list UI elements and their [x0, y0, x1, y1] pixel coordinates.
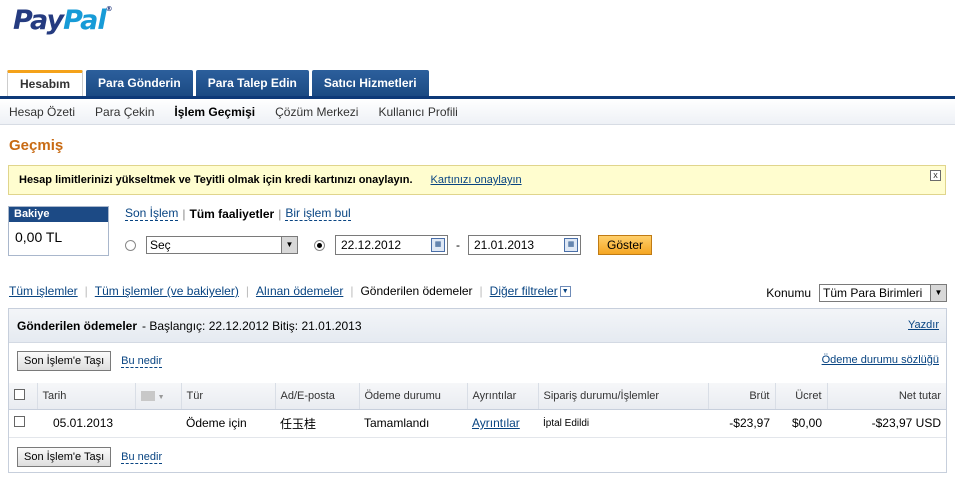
recent-activity-link[interactable]: Son İşlem: [125, 206, 179, 221]
subnav-hesap-ozeti[interactable]: Hesap Özeti: [9, 105, 75, 119]
col-net: Net tutar: [826, 383, 946, 410]
table-header-row: Tarih ▼ Tür Ad/E-posta Ödeme durumu Ayrı…: [9, 383, 946, 410]
row-order-status: İptal Edildi: [538, 409, 708, 438]
confirm-card-link[interactable]: Kartınızı onaylayın: [431, 174, 522, 186]
what-is-this-link[interactable]: Bu nedir: [121, 355, 163, 368]
custom-range-radio[interactable]: [314, 239, 325, 251]
bottom-actions: Son İşlem'e Taşı Bu nedir: [17, 447, 163, 467]
main-tabs: Hesabım Para Gönderin Para Talep Edin Sa…: [7, 70, 429, 97]
notice-text: Hesap limitlerinizi yükseltmek ve Teyitl…: [19, 174, 413, 186]
col-name[interactable]: Ad/E-posta: [274, 383, 359, 410]
col-gross: Brüt: [707, 383, 775, 410]
col-order-status: Sipariş durumu/İşlemler: [537, 383, 708, 410]
row-gross: -$23,97: [708, 409, 775, 438]
transaction-type-nav: Tüm işlemler | Tüm işlemler (ve bakiyele…: [9, 284, 571, 298]
row-name: 任玉桂: [275, 409, 359, 438]
payment-status-glossary-link[interactable]: Ödeme durumu sözlüğü: [822, 354, 939, 366]
chevron-down-icon: ▼: [930, 285, 946, 301]
sent-payments-label[interactable]: Gönderilen ödemeler: [360, 284, 472, 298]
preset-radio[interactable]: [125, 239, 136, 251]
sub-navigation: Hesap Özeti Para Çekin İşlem Geçmişi Çöz…: [0, 99, 955, 125]
currency-select[interactable]: Tüm Para Birimleri ▼: [819, 284, 947, 302]
received-payments-link[interactable]: Alınan ödemeler: [256, 284, 343, 298]
all-transactions-link[interactable]: Tüm işlemler: [9, 284, 78, 298]
balance-value: 0,00 TL: [15, 229, 63, 245]
close-icon[interactable]: x: [930, 170, 941, 181]
date-from-field[interactable]: 22.12.2012 ▦: [335, 235, 448, 255]
select-all-checkbox[interactable]: [14, 388, 25, 400]
transactions-table: Tarih ▼ Tür Ad/E-posta Ödeme durumu Ayrı…: [9, 383, 946, 438]
date-to-field[interactable]: 21.01.2013 ▦: [468, 235, 581, 255]
find-transaction-link[interactable]: Bir işlem bul: [285, 206, 351, 221]
filter-separator: |: [182, 206, 186, 221]
activity-filters: Son İşlem | Tüm faaliyetler | Bir işlem …: [125, 206, 351, 221]
move-to-recent-button[interactable]: Son İşlem'e Taşı: [17, 351, 112, 371]
subnav-islem-gecmisi[interactable]: İşlem Geçmişi: [174, 105, 255, 119]
flag-icon[interactable]: [140, 390, 155, 401]
col-type[interactable]: Tür: [180, 383, 275, 410]
row-date: 05.01.2013: [37, 409, 135, 438]
tab-satici-hizmetleri[interactable]: Satıcı Hizmetleri: [311, 70, 429, 96]
top-actions: Son İşlem'e Taşı Bu nedir: [17, 351, 163, 371]
chevron-down-icon: ▼: [281, 237, 297, 253]
calendar-icon[interactable]: ▦: [564, 238, 578, 252]
row-fee: $0,00: [775, 409, 827, 438]
tab-para-gonderin[interactable]: Para Gönderin: [86, 70, 193, 96]
balance-box: Bakiye 0,00 TL: [8, 206, 109, 256]
show-button[interactable]: Göster: [598, 235, 653, 255]
col-details: Ayrıntılar: [466, 383, 538, 410]
row-type: Ödeme için: [181, 409, 275, 438]
move-to-recent-button[interactable]: Son İşlem'e Taşı: [17, 447, 112, 467]
panel-title: Gönderilen ödemeler: [17, 318, 138, 333]
tab-para-talep-edin[interactable]: Para Talep Edin: [195, 70, 309, 96]
subnav-para-cekin[interactable]: Para Çekin: [95, 105, 154, 119]
date-range-row: Seç ▼ 22.12.2012 ▦ - 21.01.2013 ▦ Göster: [125, 235, 653, 255]
notice-banner: Hesap limitlerinizi yükseltmek ve Teyitl…: [8, 165, 946, 195]
currency-label: Konumu: [766, 286, 811, 300]
panel-range: - Başlangıç: 22.12.2012 Bitiş: 21.01.201…: [142, 318, 362, 333]
what-is-this-link[interactable]: Bu nedir: [121, 451, 163, 464]
tab-hesabim[interactable]: Hesabım: [7, 70, 84, 97]
row-net: -$23,97 USD: [827, 409, 946, 438]
subnav-kullanici-profili[interactable]: Kullanıcı Profili: [378, 105, 457, 119]
row-details-link[interactable]: Ayrıntılar: [472, 416, 520, 430]
sent-payments-panel: Gönderilen ödemeler - Başlangıç: 22.12.2…: [8, 308, 947, 473]
currency-filter: Konumu Tüm Para Birimleri ▼: [766, 284, 947, 302]
row-status: Tamamlandı: [359, 409, 467, 438]
filter-separator: |: [278, 206, 282, 221]
chevron-down-icon: ▼: [157, 393, 165, 401]
chevron-down-icon[interactable]: ▼: [559, 285, 571, 297]
print-link[interactable]: Yazdır: [908, 319, 939, 331]
subnav-cozum-merkezi[interactable]: Çözüm Merkezi: [275, 105, 358, 119]
row-checkbox[interactable]: [14, 416, 25, 427]
calendar-icon[interactable]: ▦: [431, 238, 445, 252]
all-transactions-balances-link[interactable]: Tüm işlemler (ve bakiyeler): [95, 284, 239, 298]
table-row: 05.01.2013 Ödeme için 任玉桂 Tamamlandı Ayr…: [9, 409, 946, 438]
page-title: Geçmiş: [9, 137, 64, 154]
balance-label: Bakiye: [9, 207, 108, 222]
paypal-logo: PayPal®: [13, 5, 113, 36]
date-dash: -: [456, 238, 460, 252]
col-status[interactable]: Ödeme durumu: [358, 383, 467, 410]
other-filters-link[interactable]: Diğer filtreler: [490, 284, 558, 298]
panel-header: Gönderilen ödemeler - Başlangıç: 22.12.2…: [9, 309, 946, 343]
col-fee: Ücret: [774, 383, 827, 410]
col-date[interactable]: Tarih: [36, 383, 135, 410]
all-activity-label[interactable]: Tüm faaliyetler: [189, 207, 274, 221]
preset-select[interactable]: Seç ▼: [146, 236, 298, 254]
